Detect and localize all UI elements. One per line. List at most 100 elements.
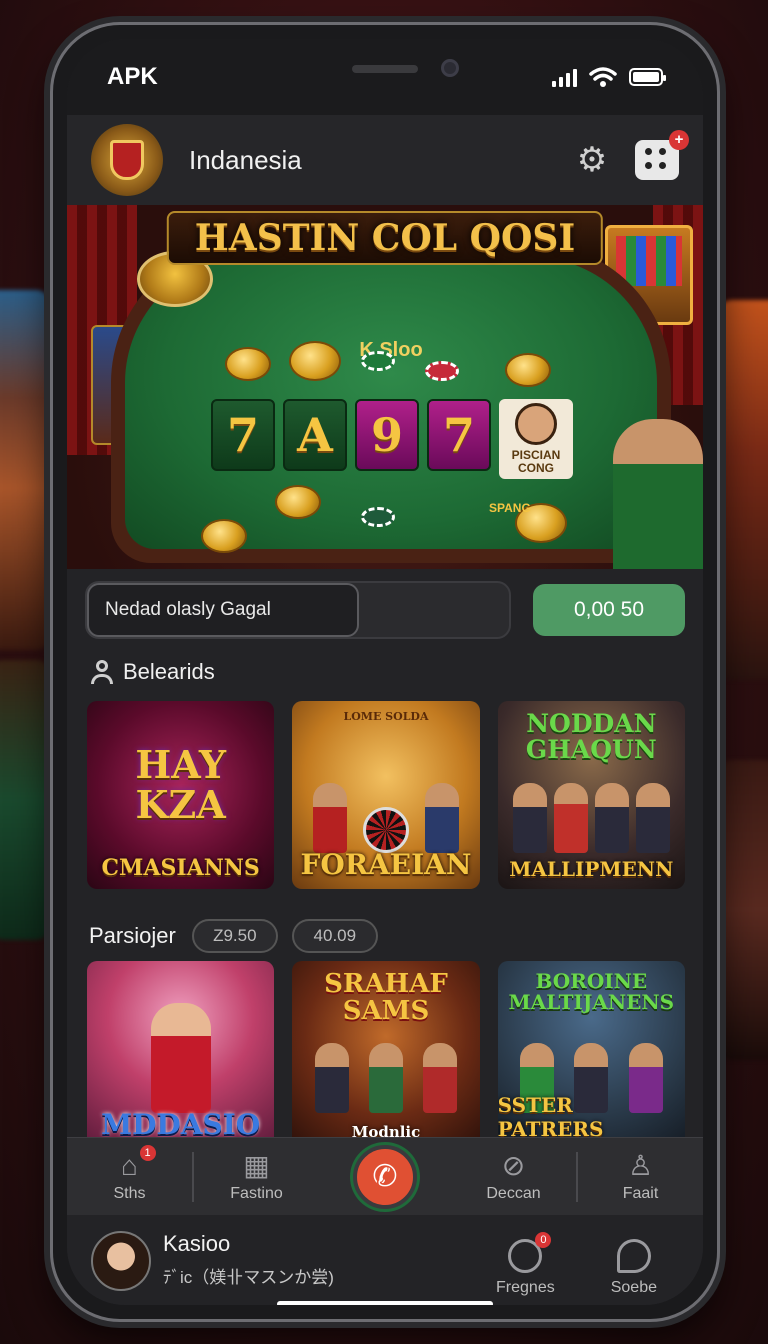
game-tile-top: BOROINE MALTIJANENS: [508, 969, 675, 1014]
compass-badge: 0: [535, 1232, 552, 1248]
slot-reels: 7 A 9 7 PISCIAN CONG: [211, 399, 573, 479]
speaker-notch: [352, 65, 418, 73]
garuda-emblem-logo: [91, 124, 163, 196]
status-bar: APK: [67, 39, 703, 115]
player-card: PISCIAN CONG: [499, 399, 573, 479]
game-tile-art: [304, 769, 467, 853]
nav-item-profile[interactable]: ♙ Faait: [578, 1149, 703, 1203]
reel-4: 7: [427, 399, 491, 471]
game-tile-title: SSTER PATRERS: [497, 1093, 604, 1137]
battery-icon: [629, 68, 666, 86]
amount-button[interactable]: 0,00 50: [533, 584, 685, 636]
gear-icon[interactable]: ⚙: [575, 143, 609, 177]
reel-3: 9: [355, 399, 419, 471]
phone-icon[interactable]: ✆: [353, 1144, 417, 1209]
signal-icon: [552, 67, 577, 87]
game-tile-top: NODDAN GHAQUN: [525, 709, 657, 765]
game-tile-top: LOME SOLDA: [343, 710, 429, 723]
search-container: Nedad olasly Gagal: [85, 581, 511, 639]
compass-icon: 0: [508, 1232, 552, 1273]
table-felt: K Sloo 7 A 9 7 PISCIAN CONG SPANG: [125, 257, 657, 553]
game-tile[interactable]: SRAHAF SAMS Modnlic: [292, 961, 480, 1137]
banner-title: HASTIN COL QOSI: [166, 211, 604, 265]
background-slot-machine-left: [0, 290, 50, 650]
search-row: Nedad olasly Gagal 0,00 50: [85, 579, 685, 641]
filter-label: Parsiojer: [89, 923, 176, 948]
game-tile[interactable]: NODDAN GHAQUN MALLIPMENN: [497, 701, 685, 889]
player-face: [515, 402, 557, 445]
coin-icon: [201, 519, 247, 553]
player-figure: [613, 419, 703, 569]
background-table-left: [0, 660, 50, 940]
home-icon: ⌂ 1: [114, 1144, 156, 1181]
status-carrier: APK: [107, 63, 158, 90]
action-soebe[interactable]: Soebe: [611, 1239, 657, 1297]
bottom-navigation: ⌂ 1 Sths ▦ Fastino ✆ ⊘ Deccan ♙ Faait: [67, 1137, 703, 1215]
game-tile-art: [510, 769, 673, 853]
front-camera: [441, 59, 459, 77]
reel-caption: SPANG: [489, 501, 531, 515]
filter-pill[interactable]: Z9.50: [191, 919, 278, 953]
game-tile[interactable]: LOME SOLDA FORAEIAN: [292, 701, 480, 889]
nav-label: Fastino: [230, 1184, 283, 1202]
coin-icon: [275, 485, 321, 519]
dice-badge: +: [669, 130, 689, 150]
profile-info: Kasioo ﾃﾞic（媄卝マスンか尝): [163, 1231, 334, 1288]
profile-bar: Kasioo ﾃﾞic（媄卝マスンか尝) 0 Fregnes Soebe: [67, 1215, 703, 1305]
action-label: Fregnes: [496, 1279, 555, 1296]
background-chair-right: [718, 760, 768, 1060]
coin-icon: [289, 341, 341, 381]
nav-item-deccan[interactable]: ⊘ Deccan: [451, 1149, 576, 1203]
app-header: Indanesia ⚙ +: [67, 115, 703, 205]
building-icon: ▦: [243, 1149, 270, 1181]
game-tile[interactable]: BOROINE MALTIJANENS SSTER PATRERS: [497, 961, 685, 1137]
blocked-icon: ⊘: [501, 1149, 526, 1181]
nav-label: Deccan: [486, 1184, 541, 1202]
filter-pill[interactable]: 40.09: [291, 919, 378, 953]
background-slot-machine-right: [718, 300, 768, 680]
app-title: Indanesia: [189, 144, 302, 175]
coin-icon: [505, 353, 551, 387]
chip-icon: [425, 361, 459, 381]
game-grid-featured: HAY KZA CMASIANNS LOME SOLDA FORAEIAN NO…: [87, 701, 685, 889]
home-indicator[interactable]: [277, 1301, 493, 1305]
header-actions: ⚙ +: [575, 130, 689, 180]
profile-name: Kasioo: [163, 1231, 231, 1256]
action-fregnes[interactable]: 0 Fregnes: [496, 1232, 555, 1297]
nav-item-casino[interactable]: ▦ Fastino: [194, 1149, 319, 1203]
game-tile-title: Modnlic: [351, 1123, 421, 1137]
game-tile-title: CMASIANNS: [101, 855, 260, 881]
status-icons: [552, 66, 666, 88]
nav-label: Sths: [113, 1184, 146, 1202]
reel-1: 7: [211, 399, 275, 471]
action-label: Soebe: [610, 1279, 657, 1296]
profile-actions: 0 Fregnes Soebe: [496, 1232, 683, 1297]
game-tile-top: HAY KZA: [135, 742, 226, 827]
filter-row: Parsiojer Z9.50 40.09: [89, 919, 378, 953]
nav-label: Faait: [622, 1184, 659, 1202]
game-tile-art: [99, 1003, 262, 1113]
search-input[interactable]: Nedad olasly Gagal: [87, 583, 359, 637]
game-tile-top: SRAHAF SAMS: [324, 969, 448, 1027]
nav-item-home[interactable]: ⌂ 1 Sths: [67, 1144, 192, 1203]
game-tile-title: MDDASIO: [101, 1108, 261, 1137]
section-heading: Belearids: [91, 659, 215, 685]
chip-icon: [361, 507, 395, 527]
section-title-label: Belearids: [123, 659, 215, 684]
game-tile[interactable]: MDDASIO: [87, 961, 275, 1137]
game-tile[interactable]: HAY KZA CMASIANNS: [87, 701, 275, 889]
wifi-icon: [589, 67, 617, 87]
hero-banner[interactable]: K Sloo 7 A 9 7 PISCIAN CONG SPANG HASTIN…: [67, 205, 703, 569]
game-tile-art: [304, 1029, 467, 1113]
game-tile-title: MALLIPMENN: [509, 857, 674, 881]
home-badge: 1: [139, 1144, 156, 1161]
phone-frame: APK Indanesia ⚙ + K Sloo 7 A 9 7 PISCIAN…: [50, 22, 720, 1322]
avatar[interactable]: [91, 1231, 151, 1291]
chip-icon: [361, 351, 395, 371]
game-tile-title: FORAEIAN: [300, 848, 472, 881]
chat-icon: [616, 1239, 651, 1273]
phone-screen: APK Indanesia ⚙ + K Sloo 7 A 9 7 PISCIAN…: [67, 39, 703, 1305]
dice-icon[interactable]: +: [635, 130, 689, 180]
coin-icon: [225, 347, 271, 381]
user-icon: ♙: [627, 1149, 654, 1181]
